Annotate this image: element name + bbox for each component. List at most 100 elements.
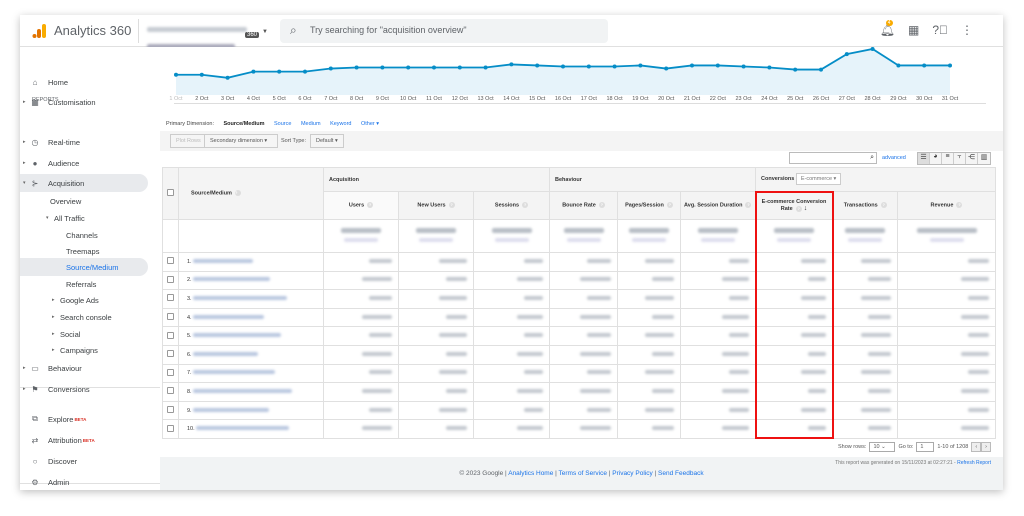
data-point[interactable]	[432, 65, 436, 70]
data-point[interactable]	[303, 69, 307, 74]
table-row[interactable]: 5.	[162, 326, 996, 346]
source-medium-cell[interactable]: 9.	[178, 400, 324, 421]
table-row[interactable]: 9.	[162, 400, 996, 421]
data-point[interactable]	[561, 64, 565, 69]
col-sessions[interactable]: Sessions?	[473, 191, 550, 220]
source-medium-cell[interactable]: 8.	[178, 382, 324, 402]
source-medium-cell[interactable]: 10.	[178, 419, 324, 439]
table-row[interactable]: 2.	[162, 270, 996, 291]
search-input[interactable]: ⌕ Try searching for "acquisition overview…	[280, 19, 608, 43]
sidebar-item-all-traffic[interactable]: ▾ All Traffic	[20, 209, 148, 227]
data-point[interactable]	[354, 65, 359, 70]
table-filter-input[interactable]: ⌕	[789, 152, 877, 164]
sidebar-item-discover[interactable]: ○ Discover	[20, 452, 148, 470]
source-medium-cell[interactable]: 4.	[178, 307, 324, 328]
advanced-filter-link[interactable]: advanced	[882, 155, 906, 161]
plot-rows-button[interactable]: Plot Rows	[170, 134, 207, 148]
sidebar-item-source-medium[interactable]: Source/Medium	[20, 258, 148, 276]
comparison-view-icon[interactable]: ⫟	[954, 153, 966, 164]
feedback-link[interactable]: Send Feedback	[658, 470, 704, 477]
row-checkbox[interactable]	[167, 350, 174, 358]
col-revenue[interactable]: Revenue?	[897, 191, 996, 220]
sidebar-item-google-ads[interactable]: ▸ Google Ads	[20, 291, 148, 309]
sidebar-item-acquisition[interactable]: ▾ ⊱ Acquisition	[20, 174, 148, 192]
table-row[interactable]: 6.	[162, 344, 996, 365]
performance-view-icon[interactable]: ≡	[942, 153, 954, 164]
apps-grid-icon[interactable]: ▦	[908, 23, 919, 37]
data-point[interactable]	[199, 72, 204, 77]
terms-link[interactable]: Terms of Service	[559, 470, 607, 477]
source-medium-cell[interactable]: 7.	[178, 363, 324, 384]
sidebar-item-home[interactable]: ⌂ Home	[20, 73, 148, 91]
more-vert-icon[interactable]: ⋮	[961, 23, 973, 37]
data-point[interactable]	[767, 65, 772, 70]
source-medium-cell[interactable]: 3.	[178, 289, 324, 309]
pie-view-icon[interactable]: ◕	[930, 153, 942, 164]
data-point[interactable]	[535, 63, 540, 68]
data-point[interactable]	[509, 62, 514, 67]
col-avg-session-duration[interactable]: Avg. Session Duration?	[680, 191, 756, 220]
sidebar-item-audience[interactable]: ▸ ● Audience	[20, 154, 148, 172]
data-point[interactable]	[380, 65, 385, 70]
data-point[interactable]	[819, 67, 823, 72]
sidebar-item-customisation[interactable]: ▸ ▦ Customisation	[20, 93, 148, 111]
col-transactions[interactable]: Transactions?	[832, 191, 898, 220]
dimension-source[interactable]: Source	[274, 121, 291, 127]
row-checkbox[interactable]	[167, 368, 174, 376]
row-checkbox[interactable]	[167, 387, 174, 395]
show-rows-select[interactable]: 10 ⌄	[869, 442, 896, 452]
data-point[interactable]	[793, 67, 798, 72]
table-row[interactable]: 1.	[162, 252, 996, 272]
data-point[interactable]	[948, 63, 952, 68]
data-point[interactable]	[922, 63, 927, 68]
secondary-dimension-dropdown[interactable]: Secondary dimension ▾	[204, 134, 278, 148]
data-point[interactable]	[638, 63, 643, 68]
account-selector[interactable]	[138, 19, 268, 50]
data-point[interactable]	[328, 66, 333, 71]
source-medium-cell[interactable]: 5.	[178, 326, 324, 346]
sidebar-item-overview[interactable]: Overview	[20, 192, 148, 210]
source-medium-cell[interactable]: 6.	[178, 344, 324, 365]
table-row[interactable]: 7.	[162, 363, 996, 384]
sidebar-item-admin[interactable]: ⚙ Admin	[20, 473, 148, 490]
col-users[interactable]: Users?	[323, 191, 399, 220]
data-point[interactable]	[896, 63, 901, 68]
col-e-commerce-conversion-rate[interactable]: E-commerce Conversion Rate? ↓	[754, 190, 834, 220]
data-point[interactable]	[586, 64, 591, 69]
row-checkbox[interactable]	[167, 424, 174, 432]
data-point[interactable]	[225, 75, 230, 80]
row-checkbox[interactable]	[167, 294, 174, 302]
row-checkbox[interactable]	[167, 257, 174, 265]
sidebar-item-campaigns[interactable]: ▸ Campaigns	[20, 341, 148, 359]
data-point[interactable]	[870, 47, 875, 51]
data-point[interactable]	[277, 69, 282, 74]
pivot-view-icon[interactable]: ▥	[978, 153, 990, 164]
row-checkbox[interactable]	[167, 331, 174, 339]
data-point[interactable]	[612, 64, 617, 69]
col-new-users[interactable]: New Users?	[398, 191, 474, 220]
data-point[interactable]	[664, 66, 669, 71]
sidebar-item-real-time[interactable]: ▸ ◷ Real-time	[20, 133, 148, 151]
search-icon[interactable]: ⌕	[870, 154, 874, 162]
term-cloud-icon[interactable]: ⋲	[966, 153, 978, 164]
sidebar-item-behaviour[interactable]: ▸ ▭ Behaviour	[20, 359, 148, 377]
data-point[interactable]	[690, 63, 694, 68]
data-point[interactable]	[457, 65, 462, 70]
privacy-link[interactable]: Privacy Policy	[612, 470, 652, 477]
refresh-report-link[interactable]: Refresh Report	[957, 460, 991, 466]
next-page-button[interactable]: ›	[981, 442, 991, 452]
analytics-home-link[interactable]: Analytics Home	[508, 470, 553, 477]
help-icon[interactable]: ?⃝	[932, 23, 948, 37]
dimension-other[interactable]: Other ▾	[361, 121, 379, 127]
data-point[interactable]	[483, 65, 488, 70]
data-point[interactable]	[406, 65, 411, 70]
dimension-source-medium[interactable]: Source/Medium	[224, 121, 265, 127]
col-bounce-rate[interactable]: Bounce Rate?	[549, 191, 618, 220]
data-point[interactable]	[844, 52, 849, 57]
sidebar-item-search-console[interactable]: ▸ Search console	[20, 308, 148, 326]
table-row[interactable]: 8.	[162, 382, 996, 402]
chevron-down-icon[interactable]: ▼	[262, 29, 268, 35]
data-point[interactable]	[741, 64, 746, 69]
select-all-checkbox[interactable]	[167, 189, 174, 196]
sidebar-item-attribution[interactable]: ⇄ Attribution BETA	[20, 431, 148, 449]
